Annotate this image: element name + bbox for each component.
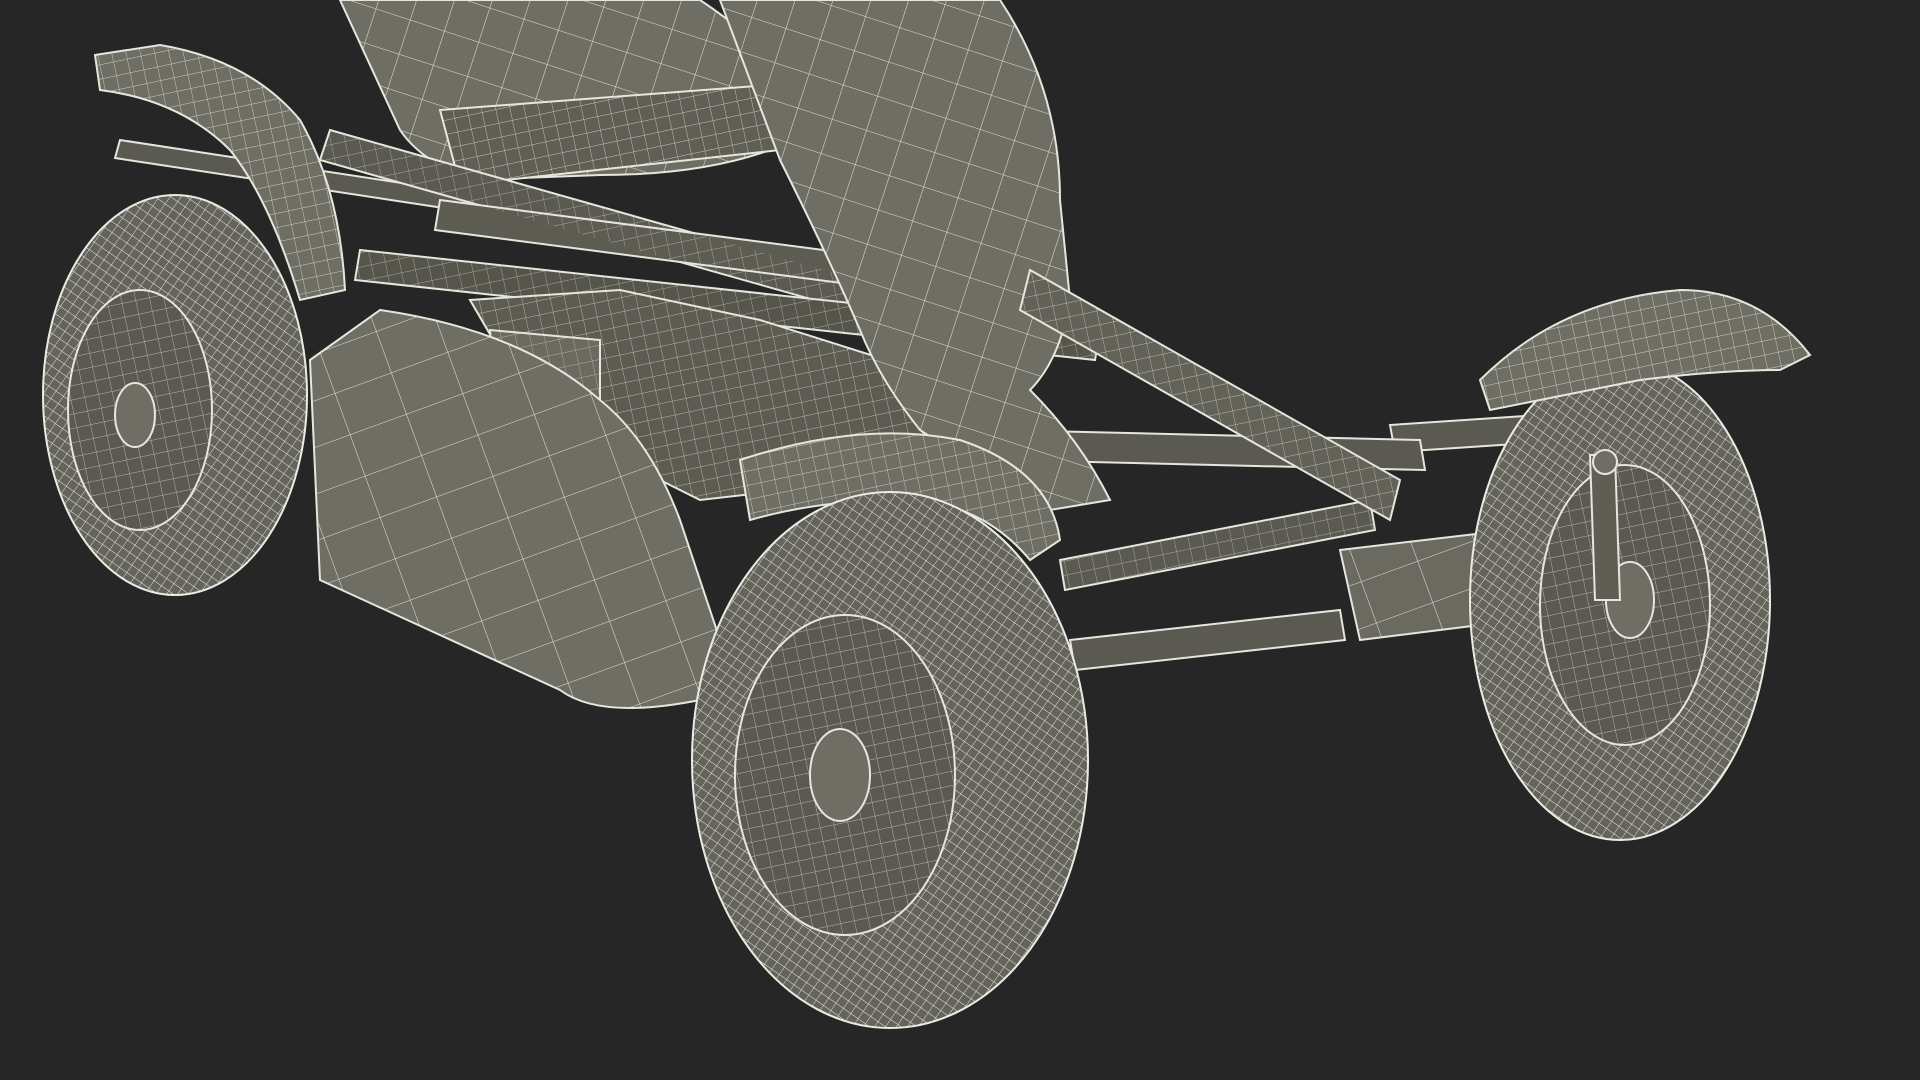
wheel-rear-left — [42, 194, 308, 596]
steering-knuckle — [1588, 449, 1622, 601]
wheel-front-left — [691, 491, 1089, 1029]
render-viewport — [0, 0, 1920, 1080]
wireframe-render — [42, 0, 1812, 1029]
